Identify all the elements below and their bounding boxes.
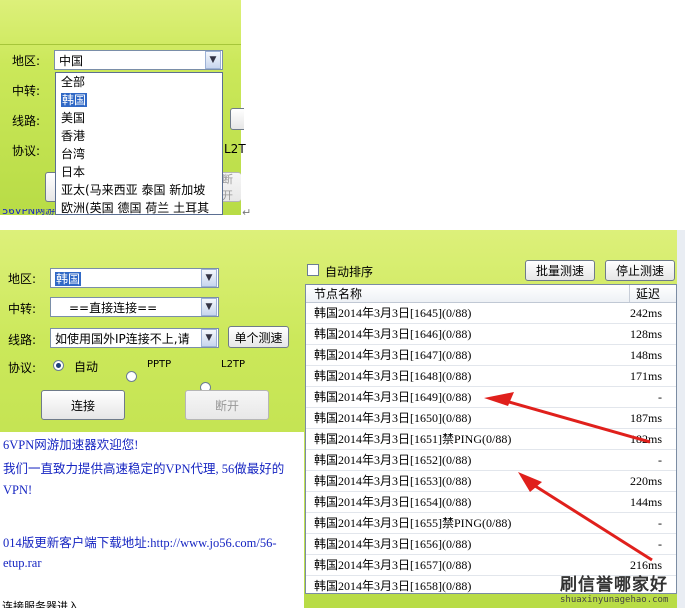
region-dropdown-list[interactable]: 全部 韩国 美国 香港 台湾 日本 亚太(马来西亚 泰国 新加坡 欧洲(英国 德… [55, 72, 223, 215]
welcome-message-box: 6VPN网游加速器欢迎您! 我们一直致力提供高速稳定的VPN代理, 56做最好的… [0, 432, 304, 608]
watermark: 刷信誉哪家好 shuaxinyunagehao.com [560, 570, 685, 608]
node-row[interactable]: 韩国2014年3月3日[1647](0/88) 148ms [306, 345, 676, 366]
top-relay-label: 中转: [12, 84, 41, 98]
region-label: 地区: [8, 272, 37, 286]
return-mark-icon: ↵ [242, 206, 252, 219]
top-single-test-button-partial[interactable] [230, 108, 244, 130]
single-test-button[interactable]: 单个测速 [228, 326, 289, 348]
disconnect-button[interactable]: 断开 [185, 390, 269, 420]
node-list-header: 节点名称 延迟 [306, 285, 676, 303]
relay-select[interactable]: ==直接连接== ▼ [50, 297, 219, 317]
top-region-select[interactable]: 中国 ▼ [54, 50, 223, 70]
node-name: 韩国2014年3月3日[1646](0/88) [314, 327, 472, 341]
arrow-to-1652 [518, 472, 653, 562]
dropdown-item[interactable]: 美国 [56, 109, 222, 127]
radio-pptp-label: PPTP [147, 359, 172, 370]
dropdown-item[interactable]: 欧洲(英国 德国 荷兰 土耳其 [56, 199, 222, 214]
node-row[interactable]: 韩国2014年3月3日[1645](0/88) 242ms [306, 303, 676, 324]
watermark-main: 刷信誉哪家好 [560, 575, 668, 595]
annotation-arrows [484, 392, 653, 562]
dropdown-item[interactable]: 台湾 [56, 145, 222, 163]
top-region-value: 中国 [59, 53, 84, 68]
status-fragment: 连接服务器进入 [2, 600, 79, 608]
dropdown-item[interactable]: 香港 [56, 127, 222, 145]
node-name: 韩国2014年3月3日[1647](0/88) [314, 348, 472, 362]
dropdown-item[interactable]: 全部 [56, 73, 222, 91]
connect-button[interactable]: 连接 [41, 390, 125, 420]
top-region-label: 地区: [12, 54, 41, 68]
node-latency: 242ms [629, 306, 662, 320]
chevron-down-icon[interactable]: ▼ [201, 298, 217, 316]
radio-pptp[interactable] [126, 371, 137, 382]
radio-l2tp-label: L2TP [221, 359, 246, 370]
message-link-line[interactable]: etup.rar [3, 556, 42, 571]
top-status-fragment: 56VPN网游 [2, 209, 56, 215]
top-divider [0, 44, 241, 45]
message-line: 我们一直致力提供高速稳定的VPN代理, 56做最好的 [3, 462, 285, 476]
arrow-to-1649 [484, 392, 651, 444]
dropdown-item[interactable]: 日本 [56, 163, 222, 181]
region-value: 韩国 [55, 271, 82, 286]
message-line: 6VPN网游加速器欢迎您! [3, 438, 139, 452]
relay-value: ==直接连接== [69, 300, 158, 315]
node-name: 韩国2014年3月3日[1645](0/88) [314, 306, 472, 320]
node-row[interactable]: 韩国2014年3月3日[1646](0/88) 128ms [306, 324, 676, 345]
region-value-wrap: 韩国 [55, 270, 201, 287]
top-line-label: 线路: [12, 114, 41, 128]
radio-auto-label: 自动 [74, 360, 99, 374]
region-select[interactable]: 韩国 ▼ [50, 268, 219, 288]
top-disconnect-label: 断开 [222, 173, 233, 202]
batch-test-button[interactable]: 批量测速 [525, 260, 595, 281]
watermark-sub: shuaxinyunagehao.com [560, 595, 669, 605]
top-disconnect-button-partial[interactable]: 断开 [220, 172, 241, 202]
dropdown-item[interactable]: 亚太(马来西亚 泰国 新加坡 [56, 181, 222, 199]
auto-sort-checkbox[interactable] [307, 264, 319, 276]
auto-sort-label: 自动排序 [325, 265, 374, 279]
stop-test-button[interactable]: 停止测速 [605, 260, 675, 281]
col-latency-header[interactable]: 延迟 [630, 285, 676, 302]
protocol-label: 协议: [8, 361, 37, 375]
message-link-line[interactable]: 014版更新客户端下载地址:http://www.jo56.com/56- [3, 532, 277, 551]
node-latency: 128ms [629, 327, 662, 341]
col-name-header[interactable]: 节点名称 [306, 285, 630, 302]
right-edge-bar [677, 230, 685, 608]
line-select[interactable]: 如使用国外IP连接不上,请 ▼ [50, 328, 219, 348]
top-protocol-label: 协议: [12, 144, 41, 158]
top-protocol-l2tp-partial: L2T [224, 142, 246, 156]
dropdown-item-selected[interactable]: 韩国 [56, 91, 222, 109]
chevron-down-icon[interactable]: ▼ [201, 329, 217, 347]
line-label: 线路: [8, 333, 37, 347]
chevron-down-icon[interactable]: ▼ [205, 51, 221, 69]
chevron-down-icon[interactable]: ▼ [201, 269, 217, 287]
node-latency: 148ms [629, 348, 662, 362]
relay-label: 中转: [8, 302, 37, 316]
radio-auto[interactable] [53, 360, 64, 371]
message-line: VPN! [3, 483, 33, 497]
line-value: 如使用国外IP连接不上,请 [55, 331, 190, 346]
